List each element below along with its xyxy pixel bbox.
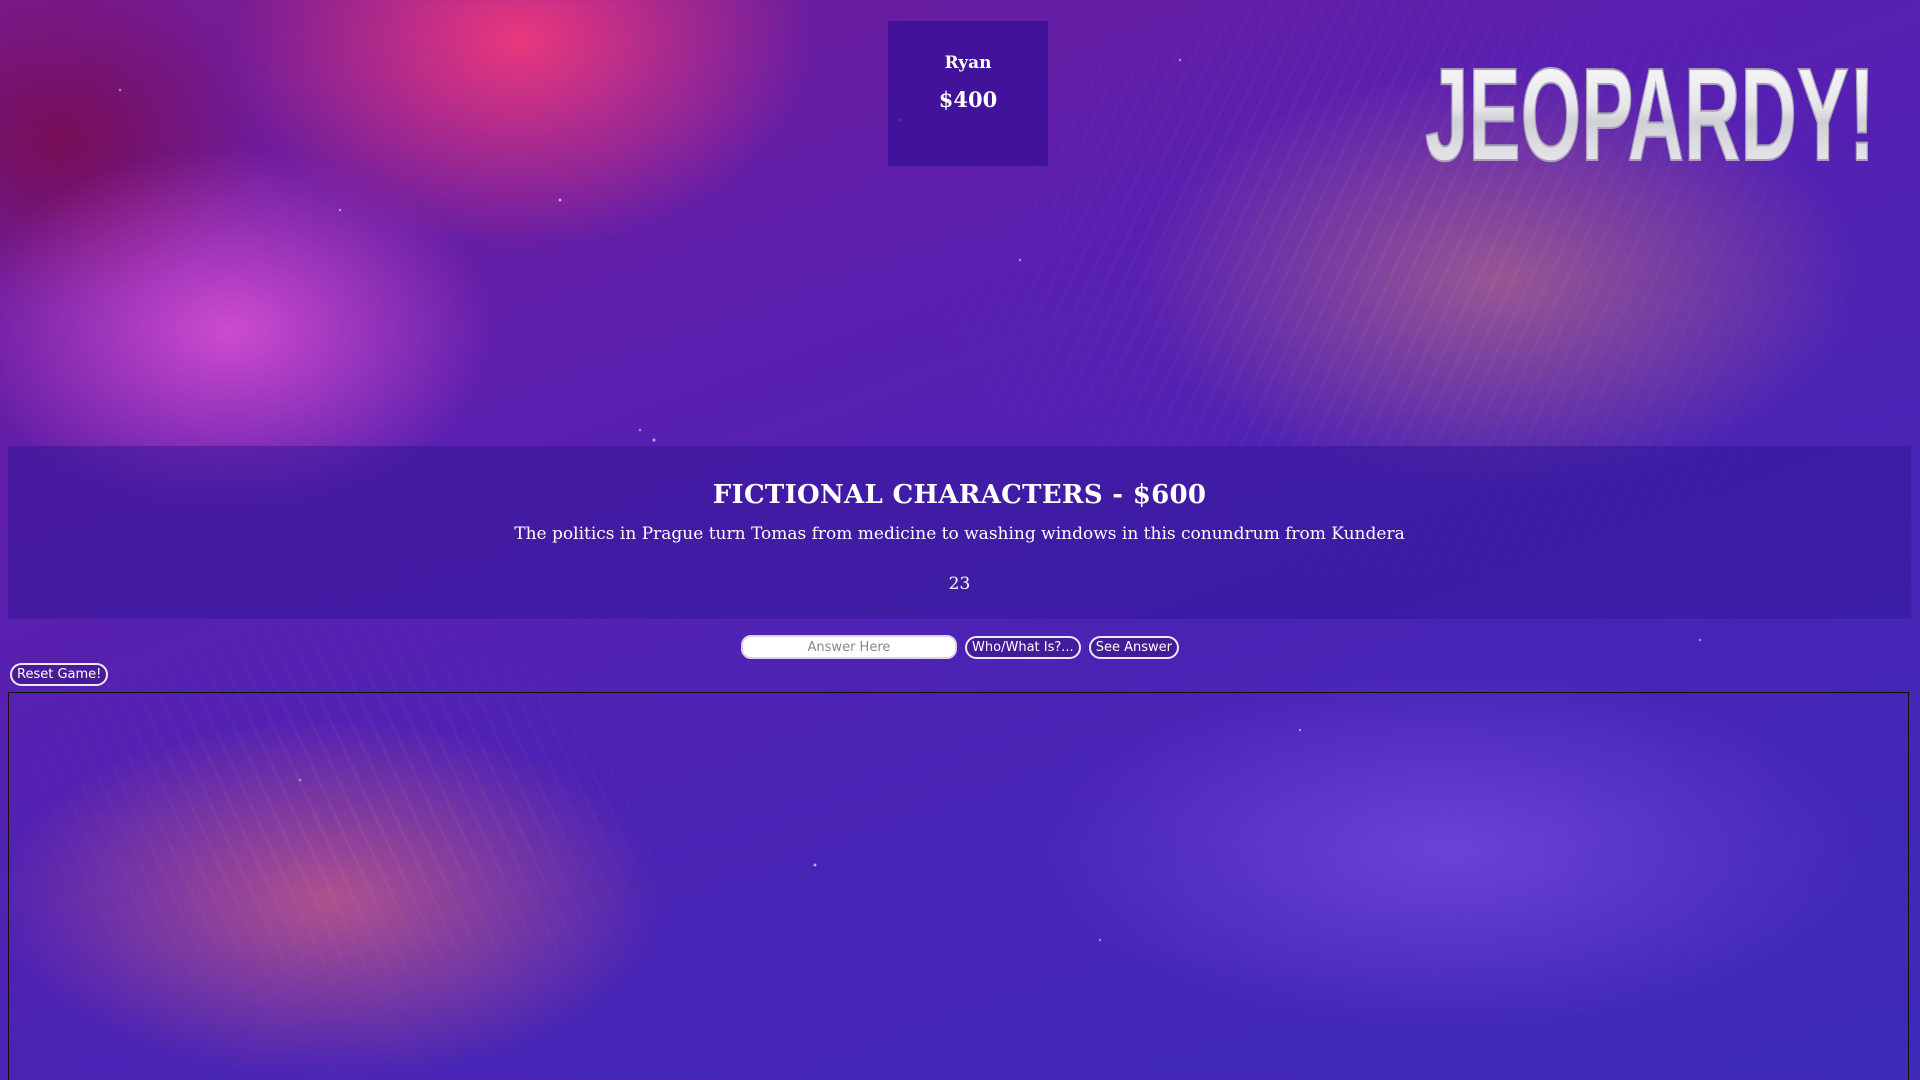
reset-game-button[interactable]: Reset Game!	[10, 663, 109, 686]
player-score-card: Ryan $400	[888, 21, 1048, 166]
player-name: Ryan	[944, 53, 992, 73]
question-panel: FICTIONAL CHARACTERS - $600 The politics…	[8, 446, 1911, 619]
question-clue: The politics in Prague turn Tomas from m…	[514, 524, 1405, 544]
jeopardy-logo: JEOPARDY!	[1424, 40, 1876, 178]
countdown-timer: 23	[948, 574, 971, 594]
answer-controls: Who/What Is?... See Answer	[0, 635, 1920, 659]
question-category-title: FICTIONAL CHARACTERS - $600	[712, 480, 1207, 510]
submit-answer-button[interactable]: Who/What Is?...	[965, 635, 1081, 659]
see-answer-button[interactable]: See Answer	[1088, 635, 1180, 659]
game-board-area	[8, 692, 1909, 1080]
player-score: $400	[938, 87, 998, 112]
logo-text: JEOPARDY!	[1425, 41, 1875, 178]
answer-input[interactable]	[740, 635, 957, 659]
